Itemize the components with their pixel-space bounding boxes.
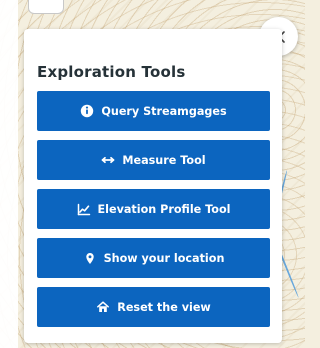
home-icon (96, 300, 110, 314)
arrows-horizontal-icon (101, 153, 115, 167)
location-pin-icon (83, 251, 97, 265)
elevation-profile-tool-label: Elevation Profile Tool (97, 202, 231, 216)
reset-view-button[interactable]: Reset the view (37, 287, 270, 327)
measure-tool-label: Measure Tool (122, 153, 206, 167)
info-circle-icon (80, 104, 94, 118)
line-chart-icon (77, 202, 91, 216)
query-streamgages-button[interactable]: Query Streamgages (37, 91, 270, 131)
panel-title: Exploration Tools (37, 63, 186, 81)
query-streamgages-label: Query Streamgages (101, 104, 227, 118)
exploration-tools-panel: Exploration Tools Query Streamgages Meas… (24, 29, 282, 343)
show-location-label: Show your location (103, 251, 225, 265)
reset-view-label: Reset the view (117, 300, 211, 314)
show-location-button[interactable]: Show your location (37, 238, 270, 278)
measure-tool-button[interactable]: Measure Tool (37, 140, 270, 180)
map-control[interactable] (28, 0, 64, 14)
elevation-profile-tool-button[interactable]: Elevation Profile Tool (37, 189, 270, 229)
